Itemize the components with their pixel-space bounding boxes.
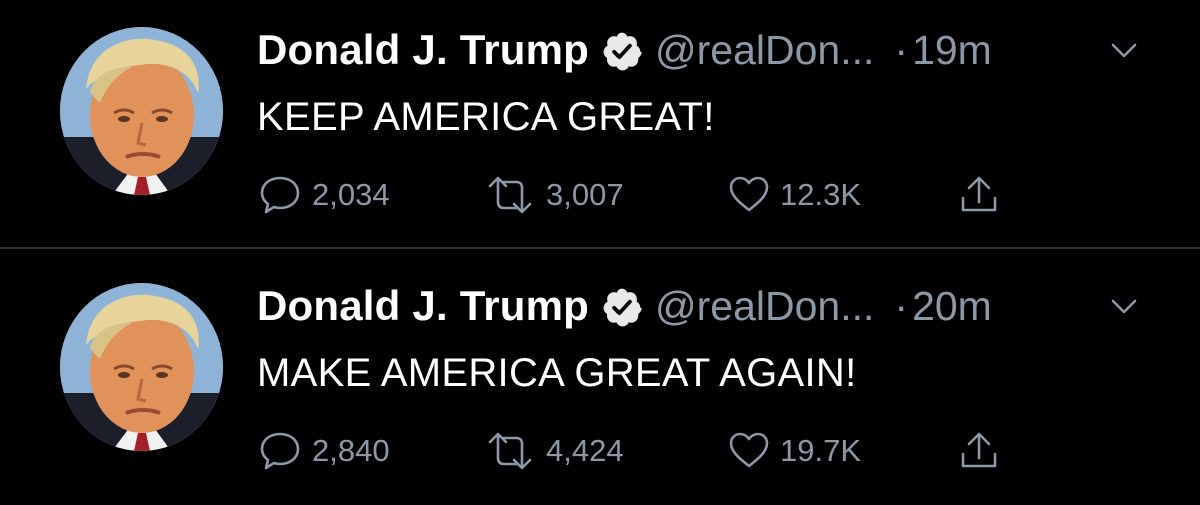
avatar[interactable]	[60, 27, 223, 195]
timestamp[interactable]: 19m	[912, 27, 992, 74]
separator-dot: ·	[894, 26, 909, 73]
retweet-icon	[482, 428, 538, 474]
like-count: 19.7K	[780, 433, 862, 468]
avatar[interactable]	[60, 283, 223, 451]
share-icon	[956, 172, 1002, 218]
tweet-text: KEEP AMERICA GREAT!	[257, 95, 715, 139]
retweet-button[interactable]: 3,007	[482, 170, 624, 220]
divider	[0, 247, 1200, 249]
tweet-header: Donald J. Trump @realDon... · 20m	[257, 278, 992, 334]
heart-icon	[726, 428, 772, 474]
author-handle[interactable]: @realDon...	[655, 283, 874, 330]
separator-dot: ·	[894, 282, 909, 329]
reply-button[interactable]: 2,034	[258, 170, 390, 220]
tweet[interactable]: Donald J. Trump @realDon... · 19m KEEP A…	[0, 0, 1200, 249]
like-count: 12.3K	[780, 177, 862, 212]
reply-icon	[258, 172, 304, 218]
share-icon	[956, 428, 1002, 474]
retweet-count: 4,424	[546, 433, 624, 468]
tweet[interactable]: Donald J. Trump @realDon... · 20m MAKE A…	[0, 256, 1200, 504]
verified-badge-icon	[601, 286, 643, 328]
reply-count: 2,034	[312, 177, 390, 212]
retweet-button[interactable]: 4,424	[482, 426, 624, 476]
like-button[interactable]: 12.3K	[726, 170, 861, 220]
share-button[interactable]	[956, 426, 1002, 476]
retweet-count: 3,007	[546, 177, 624, 212]
reply-button[interactable]: 2,840	[258, 426, 390, 476]
author-name[interactable]: Donald J. Trump	[257, 26, 589, 74]
chevron-down-icon[interactable]	[1110, 42, 1138, 60]
author-name[interactable]: Donald J. Trump	[257, 282, 589, 330]
share-button[interactable]	[956, 170, 1002, 220]
reply-icon	[258, 428, 304, 474]
like-button[interactable]: 19.7K	[726, 426, 861, 476]
timestamp[interactable]: 20m	[912, 283, 992, 330]
chevron-down-icon[interactable]	[1110, 298, 1138, 316]
heart-icon	[726, 172, 772, 218]
retweet-icon	[482, 172, 538, 218]
verified-badge-icon	[601, 30, 643, 72]
tweet-text: MAKE AMERICA GREAT AGAIN!	[257, 351, 857, 395]
tweet-header: Donald J. Trump @realDon... · 19m	[257, 22, 992, 78]
reply-count: 2,840	[312, 433, 390, 468]
author-handle[interactable]: @realDon...	[655, 27, 874, 74]
